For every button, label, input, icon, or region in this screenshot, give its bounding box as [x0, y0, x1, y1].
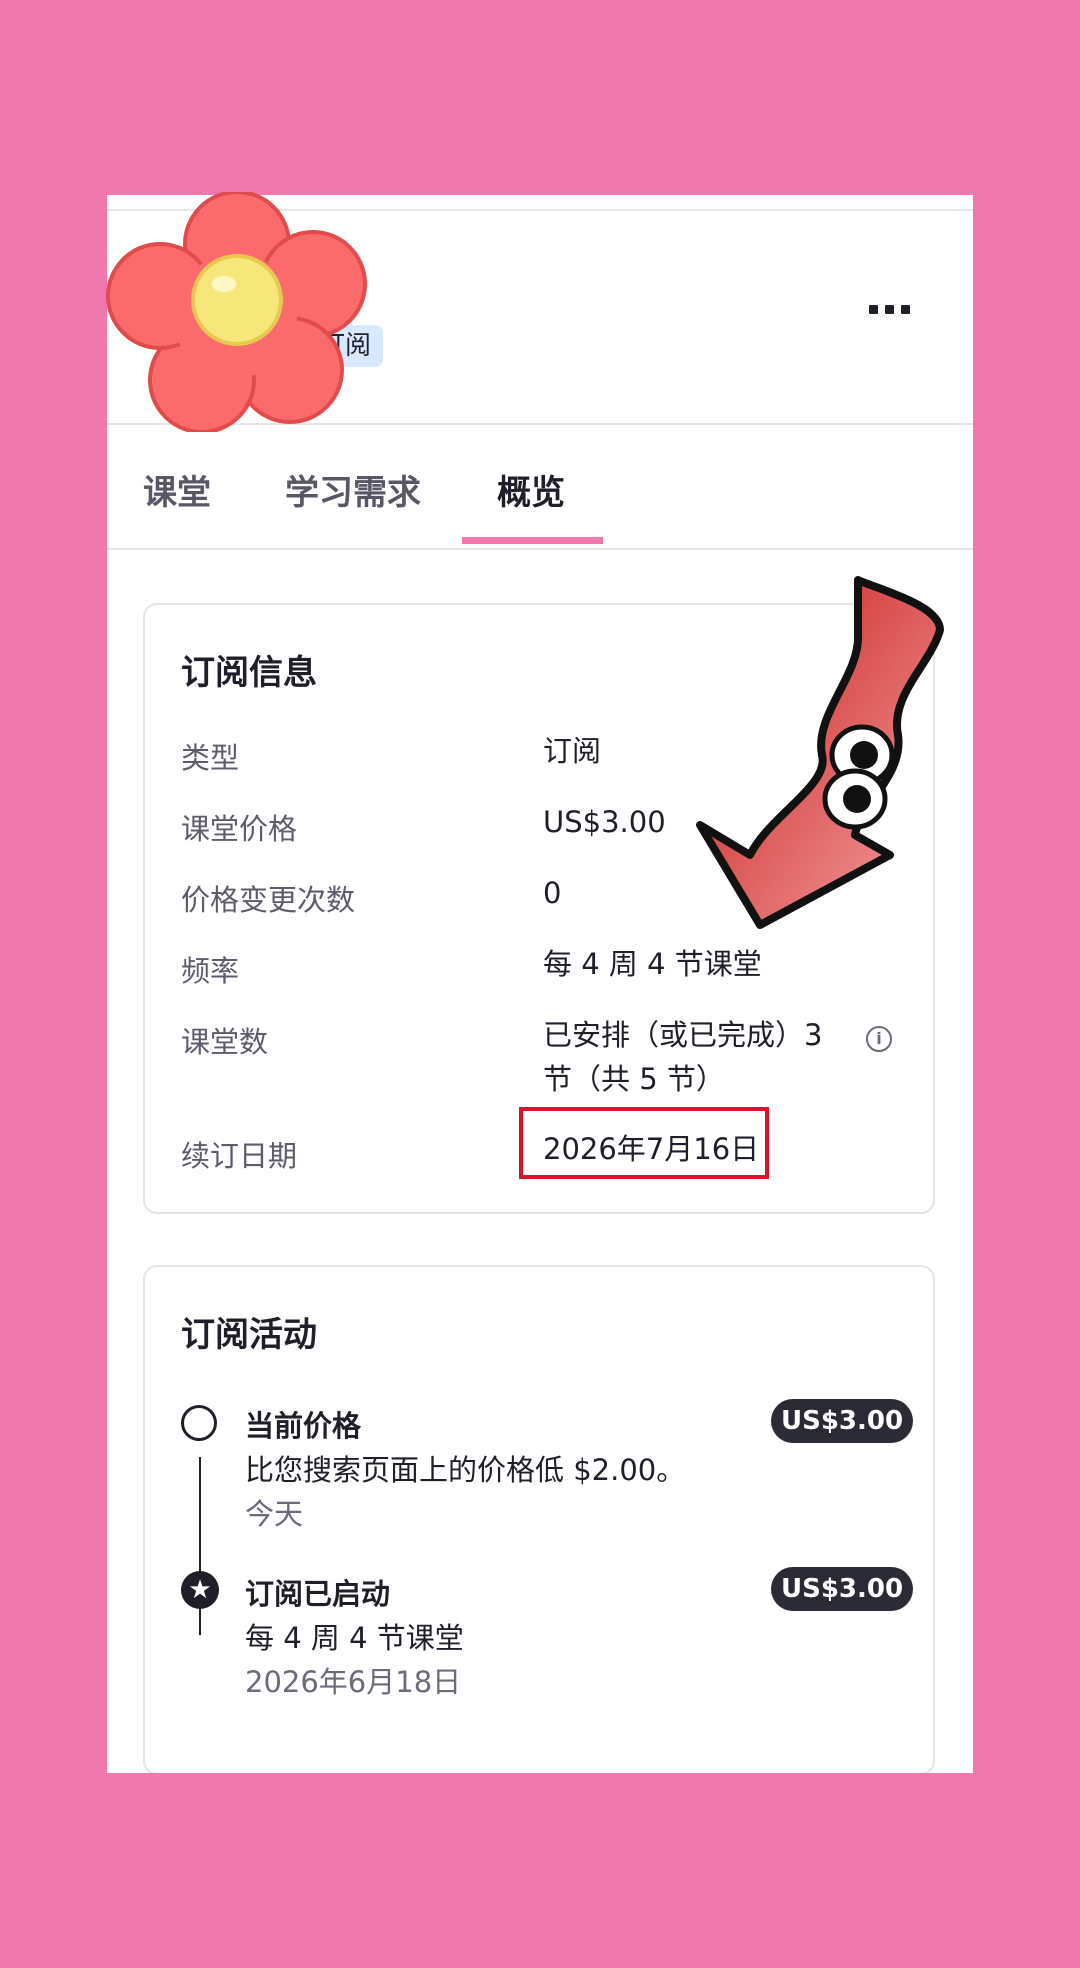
subscription-activity-title: 订阅活动 — [181, 1315, 317, 1355]
subscription-info-title: 订阅信息 — [181, 653, 317, 693]
activity-title-started: 订阅已启动 — [245, 1577, 391, 1611]
activity-date-started: 2026年6月18日 — [245, 1665, 462, 1699]
type-label: 类型 — [181, 741, 240, 775]
more-dot — [869, 304, 878, 314]
class-price-value: US$3.00 — [543, 805, 666, 839]
more-dots-icon[interactable] — [869, 299, 923, 319]
price-badge: US$3.00 — [771, 1399, 914, 1443]
frequency-label: 频率 — [181, 954, 240, 988]
type-value: 订阅 — [543, 734, 602, 768]
more-dot — [901, 304, 910, 314]
activity-date-current-price: 今天 — [245, 1497, 304, 1531]
star-icon: ★ — [181, 1571, 219, 1609]
class-count-label: 课堂数 — [181, 1025, 269, 1059]
renewal-date-highlight — [519, 1107, 769, 1179]
more-dot — [885, 304, 894, 314]
circle-outline-icon — [181, 1405, 217, 1441]
activity-desc-started: 每 4 周 4 节课堂 — [245, 1621, 464, 1655]
tab-bar: 课堂 学习需求 概览 — [107, 425, 973, 545]
flower-sticker-icon — [106, 192, 367, 432]
active-tab-indicator — [462, 537, 603, 544]
tab-classes[interactable]: 课堂 — [143, 465, 211, 514]
subscription-activity-card: 订阅活动 ★ 当前价格 比您搜索页面上的价格低 $2.00。 今天 US$3.0… — [143, 1265, 935, 1773]
price-changes-label: 价格变更次数 — [181, 883, 356, 917]
class-price-label: 课堂价格 — [181, 812, 298, 846]
class-count-value: 已安排（或已完成）3 节（共 5 节） — [543, 1018, 823, 1096]
price-changes-value: 0 — [543, 876, 562, 910]
renewal-date-label: 续订日期 — [181, 1139, 298, 1173]
arrow-sticker-icon — [696, 576, 944, 929]
price-badge: US$3.00 — [771, 1567, 914, 1611]
tab-learning-needs[interactable]: 学习需求 — [285, 465, 421, 514]
activity-desc-current-price: 比您搜索页面上的价格低 $2.00。 — [245, 1453, 686, 1487]
activity-title-current-price: 当前价格 — [245, 1409, 362, 1443]
tabs-divider — [107, 548, 973, 550]
info-icon[interactable]: i — [866, 1026, 892, 1052]
tab-overview[interactable]: 概览 — [497, 465, 565, 514]
